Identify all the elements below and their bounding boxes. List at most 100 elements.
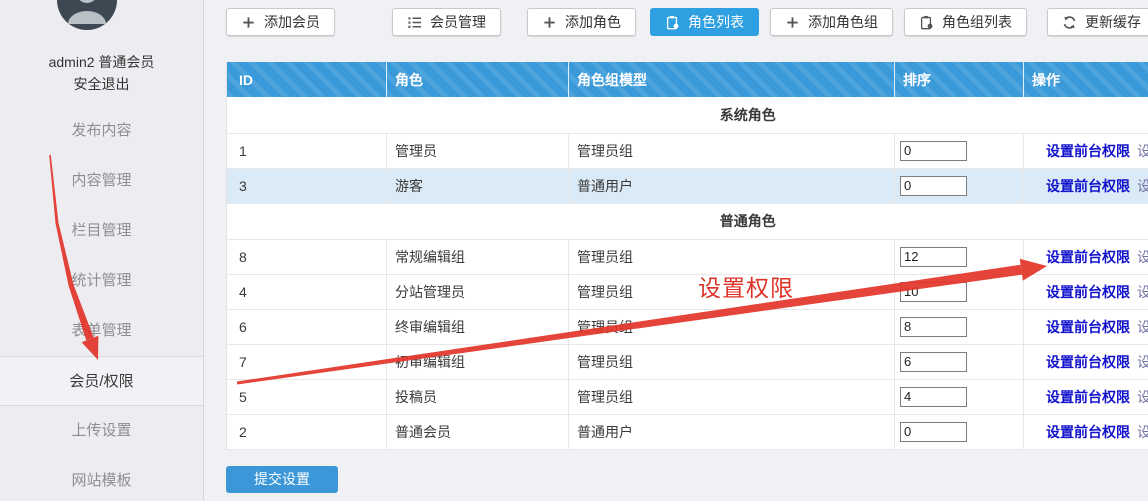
set-front-permission-link[interactable]: 设置前台权限 <box>1046 319 1130 335</box>
cell-id: 6 <box>227 309 387 344</box>
cell-id: 4 <box>227 274 387 309</box>
set-back-permission-link[interactable]: 设置后台权限 <box>1137 178 1148 194</box>
sidebar-item-上传设置[interactable]: 上传设置 <box>0 406 203 456</box>
header-row: ID角色角色组模型排序操作 <box>227 62 1148 97</box>
cell-model: 管理员组 <box>569 239 895 274</box>
table-row: 3 游客 普通用户 设置前台权限设置后台权限 <box>227 168 1148 203</box>
cell-model: 管理员组 <box>569 133 895 168</box>
cell-id: 3 <box>227 168 387 203</box>
toolbar-button[interactable]: 添加会员 <box>226 8 335 36</box>
cell-role: 终审编辑组 <box>387 309 569 344</box>
table-row: 6 终审编辑组 管理员组 设置前台权限设置后台权限 <box>227 309 1148 344</box>
toolbar-button-label: 更新缓存 <box>1085 12 1141 32</box>
plus-icon <box>241 15 256 30</box>
sidebar-item-网站模板[interactable]: 网站模板 <box>0 456 203 501</box>
cell-sort <box>895 133 1024 168</box>
cell-role: 管理员 <box>387 133 569 168</box>
toolbar-button-label: 添加角色 <box>565 12 621 32</box>
cell-role: 分站管理员 <box>387 274 569 309</box>
role-table-header: ID角色角色组模型排序操作 <box>227 62 1148 97</box>
section-title: 系统角色 <box>227 97 1148 133</box>
cell-role: 常规编辑组 <box>387 239 569 274</box>
sort-order-input[interactable] <box>900 422 967 442</box>
set-back-permission-link[interactable]: 设置后台权限 <box>1137 284 1148 300</box>
column-header: 排序 <box>895 62 1024 97</box>
table-row: 7 初审编辑组 管理员组 设置前台权限设置后台权限 <box>227 344 1148 379</box>
cell-sort <box>895 414 1024 449</box>
toolbar-button-label: 角色组列表 <box>942 12 1012 32</box>
sidebar-item-统计管理[interactable]: 统计管理 <box>0 256 203 306</box>
sidebar: admin2 普通会员 安全退出 发布内容内容管理栏目管理统计管理表单管理会员/… <box>0 0 204 501</box>
cell-id: 2 <box>227 414 387 449</box>
set-back-permission-link[interactable]: 设置后台权限 <box>1137 424 1148 440</box>
clipboard-icon <box>919 15 934 30</box>
cell-role: 游客 <box>387 168 569 203</box>
toolbar-button[interactable]: 角色列表 <box>650 8 759 36</box>
set-back-permission-link[interactable]: 设置后台权限 <box>1137 389 1148 405</box>
table-row: 1 管理员 管理员组 设置前台权限设置后台权限 <box>227 133 1148 168</box>
sidebar-item-内容管理[interactable]: 内容管理 <box>0 156 203 206</box>
sort-order-input[interactable] <box>900 352 967 372</box>
cell-actions: 设置前台权限设置后台权限 <box>1024 168 1148 203</box>
sort-order-input[interactable] <box>900 282 967 302</box>
set-back-permission-link[interactable]: 设置后台权限 <box>1137 143 1148 159</box>
cell-id: 7 <box>227 344 387 379</box>
table-row: 8 常规编辑组 管理员组 设置前台权限设置后台权限 <box>227 239 1148 274</box>
user-name: admin2 普通会员 <box>0 51 203 73</box>
toolbar-button[interactable]: 角色组列表 <box>904 8 1027 36</box>
column-header: ID <box>227 62 387 97</box>
sidebar-nav: 发布内容内容管理栏目管理统计管理表单管理会员/权限上传设置网站模板 <box>0 106 203 501</box>
cell-model: 普通用户 <box>569 168 895 203</box>
sort-order-input[interactable] <box>900 247 967 267</box>
toolbar-button[interactable]: 会员管理 <box>392 8 501 36</box>
cell-actions: 设置前台权限设置后台权限 <box>1024 414 1148 449</box>
user-avatar <box>57 0 117 30</box>
set-front-permission-link[interactable]: 设置前台权限 <box>1046 424 1130 440</box>
role-table: ID角色角色组模型排序操作 系统角色 1 管理员 管理员组 设置前台权限设置后台… <box>226 62 1148 450</box>
sort-order-input[interactable] <box>900 317 967 337</box>
cell-id: 1 <box>227 133 387 168</box>
refresh-icon <box>1062 15 1077 30</box>
clipboard-icon <box>665 15 680 30</box>
sort-order-input[interactable] <box>900 141 967 161</box>
set-back-permission-link[interactable]: 设置后台权限 <box>1137 319 1148 335</box>
cell-actions: 设置前台权限设置后台权限 <box>1024 239 1148 274</box>
set-front-permission-link[interactable]: 设置前台权限 <box>1046 354 1130 370</box>
submit-settings-button[interactable]: 提交设置 <box>226 466 338 493</box>
cell-sort <box>895 309 1024 344</box>
cell-role: 普通会员 <box>387 414 569 449</box>
set-front-permission-link[interactable]: 设置前台权限 <box>1046 249 1130 265</box>
sidebar-item-栏目管理[interactable]: 栏目管理 <box>0 206 203 256</box>
section-row: 系统角色 <box>227 97 1148 133</box>
cell-model: 管理员组 <box>569 379 895 414</box>
table-row: 5 投稿员 管理员组 设置前台权限设置后台权限 <box>227 379 1148 414</box>
set-front-permission-link[interactable]: 设置前台权限 <box>1046 143 1130 159</box>
toolbar-button[interactable]: 更新缓存 <box>1047 8 1148 36</box>
set-back-permission-link[interactable]: 设置后台权限 <box>1137 249 1148 265</box>
sort-order-input[interactable] <box>900 176 967 196</box>
toolbar-button[interactable]: 添加角色 <box>527 8 636 36</box>
sidebar-item-发布内容[interactable]: 发布内容 <box>0 106 203 156</box>
set-front-permission-link[interactable]: 设置前台权限 <box>1046 178 1130 194</box>
cell-role: 投稿员 <box>387 379 569 414</box>
toolbar-button-label: 角色列表 <box>688 12 744 32</box>
table-row: 4 分站管理员 管理员组 设置前台权限设置后台权限 <box>227 274 1148 309</box>
cell-sort <box>895 168 1024 203</box>
sort-order-input[interactable] <box>900 387 967 407</box>
cell-id: 5 <box>227 379 387 414</box>
table-row: 2 普通会员 普通用户 设置前台权限设置后台权限 <box>227 414 1148 449</box>
logout-link[interactable]: 安全退出 <box>0 73 203 95</box>
sidebar-item-表单管理[interactable]: 表单管理 <box>0 306 203 356</box>
list-icon <box>407 15 422 30</box>
toolbar: 添加会员 会员管理 添加角色 角色列表 添加角色组 角色组列表 更新缓存 <box>205 0 1148 36</box>
set-front-permission-link[interactable]: 设置前台权限 <box>1046 284 1130 300</box>
set-front-permission-link[interactable]: 设置前台权限 <box>1046 389 1130 405</box>
cell-actions: 设置前台权限设置后台权限 <box>1024 133 1148 168</box>
plus-icon <box>785 15 800 30</box>
cell-actions: 设置前台权限设置后台权限 <box>1024 309 1148 344</box>
cell-sort <box>895 379 1024 414</box>
set-back-permission-link[interactable]: 设置后台权限 <box>1137 354 1148 370</box>
toolbar-button[interactable]: 添加角色组 <box>770 8 893 36</box>
sidebar-item-会员/权限[interactable]: 会员/权限 <box>0 356 203 406</box>
cell-model: 管理员组 <box>569 274 895 309</box>
